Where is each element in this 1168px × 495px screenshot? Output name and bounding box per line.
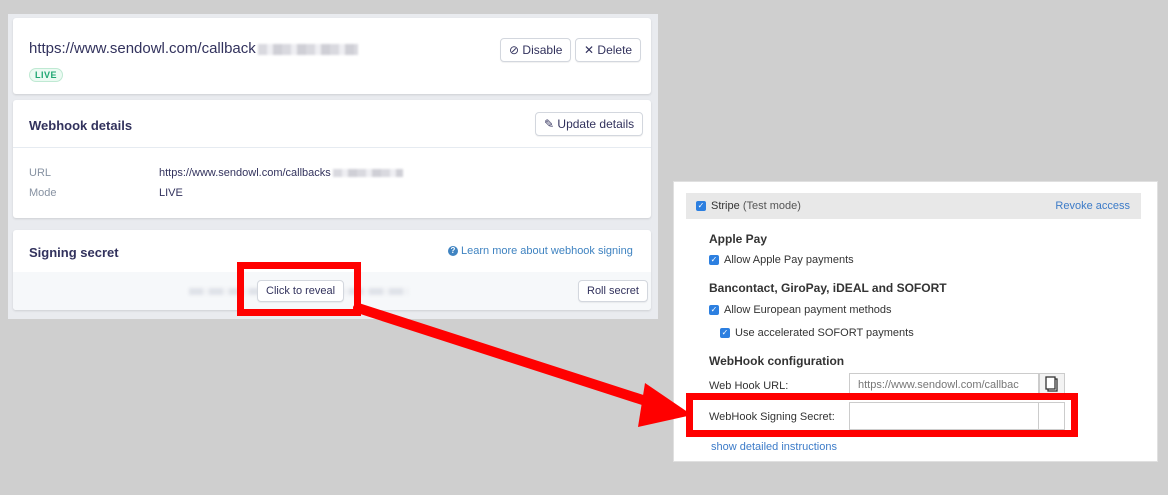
mode-label: Mode [29, 187, 57, 199]
webhook-url-label: Web Hook URL: [709, 380, 789, 392]
redacted-url-blur [332, 169, 403, 178]
show-instructions-link[interactable]: show detailed instructions [711, 441, 837, 453]
checkbox-icon[interactable]: ✓ [696, 201, 706, 212]
roll-secret-button[interactable]: Roll secret [578, 280, 648, 302]
stripe-dashboard-panel: https://www.sendowl.com/callback LIVE ⊘ … [8, 14, 658, 319]
endpoint-card: https://www.sendowl.com/callback LIVE ⊘ … [13, 18, 651, 94]
allow-european-option[interactable]: ✓ Allow European payment methods [709, 304, 892, 316]
pencil-icon: ✎ [544, 117, 555, 131]
learn-more-link[interactable]: ? Learn more about webhook signing [448, 245, 633, 257]
checkbox-icon[interactable]: ✓ [720, 328, 730, 339]
webhook-url-input[interactable]: https://www.sendowl.com/callbac [849, 373, 1039, 395]
info-icon: ? [448, 246, 458, 257]
update-details-button[interactable]: ✎ Update details [535, 112, 644, 136]
signing-secret-title: Signing secret [29, 245, 119, 260]
disable-label: Disable [522, 43, 563, 57]
update-details-label: Update details [557, 117, 635, 131]
signing-secret-label: WebHook Signing Secret: [709, 411, 835, 423]
status-badge: LIVE [29, 68, 64, 82]
disable-icon: ⊘ [509, 43, 520, 57]
mode-value: LIVE [159, 187, 183, 199]
endpoint-url: https://www.sendowl.com/callback [29, 40, 358, 57]
disable-button[interactable]: ⊘ Disable [500, 38, 572, 62]
webhook-details-title: Webhook details [29, 118, 133, 133]
sendowl-settings-panel: ✓ Stripe (Test mode) Revoke access Apple … [673, 181, 1158, 462]
divider [13, 147, 651, 148]
checkbox-icon[interactable]: ✓ [709, 255, 719, 266]
close-icon: ✕ [584, 43, 595, 57]
allow-apple-pay-option[interactable]: ✓ Allow Apple Pay payments [709, 254, 854, 266]
bancontact-title: Bancontact, GiroPay, iDEAL and SOFORT [709, 281, 947, 295]
checkbox-icon[interactable]: ✓ [709, 305, 719, 316]
stripe-label: ✓ Stripe (Test mode) [696, 200, 801, 212]
signing-secret-input[interactable] [849, 402, 1039, 430]
webhook-details-card: Webhook details ✎ Update details URL htt… [13, 100, 651, 218]
apple-pay-title: Apple Pay [709, 232, 768, 246]
use-sofort-option[interactable]: ✓ Use accelerated SOFORT payments [720, 327, 914, 339]
signing-secret-card: Signing secret ? Learn more about webhook… [13, 230, 651, 310]
copy-button[interactable] [1039, 373, 1065, 395]
click-to-reveal-button[interactable]: Click to reveal [257, 280, 345, 302]
delete-button[interactable]: ✕ Delete [575, 38, 642, 62]
url-value: https://www.sendowl.com/callbacks [159, 167, 403, 179]
redacted-url-blur [257, 43, 358, 55]
signing-secret-input-end [1039, 402, 1065, 430]
stripe-integration-bar: ✓ Stripe (Test mode) Revoke access [686, 193, 1141, 219]
secret-strip: Click to reveal Roll secret [13, 272, 651, 310]
delete-label: Delete [597, 43, 633, 57]
revoke-access-link[interactable]: Revoke access [1055, 200, 1130, 212]
url-label: URL [29, 167, 52, 179]
copy-icon [1045, 376, 1058, 392]
webhook-config-title: WebHook configuration [709, 354, 845, 368]
